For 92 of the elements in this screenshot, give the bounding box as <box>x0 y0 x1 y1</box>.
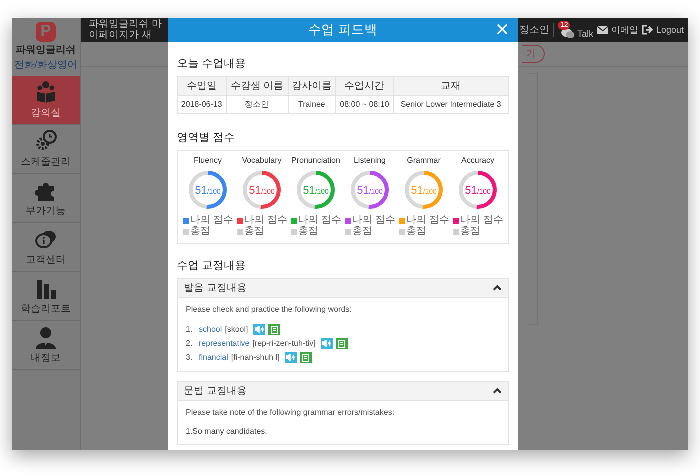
section-heading: 수업 교정내용 <box>177 259 248 273</box>
logout-icon <box>642 25 654 35</box>
score-label: Listening <box>354 156 386 165</box>
speaker-icon <box>254 326 264 333</box>
sidebar-item[interactable]: 내정보 <box>12 321 80 370</box>
score-label: Grammar <box>407 156 441 165</box>
legend-label: 총점 <box>298 227 319 237</box>
score-label: Pronunciation <box>292 156 340 165</box>
legend-label: 총점 <box>352 227 373 237</box>
column-header: 교재 <box>394 76 508 96</box>
book-icon <box>270 326 278 334</box>
legend-label: 나의 점수 <box>406 216 450 226</box>
chat-bubble-icon <box>35 228 57 251</box>
phonetic-text: [rep-ri-zen-tuh-tiv] <box>252 339 316 348</box>
table-cell: Trainee <box>288 96 336 114</box>
sidebar-item[interactable]: 강의실 <box>12 76 80 125</box>
play-audio-button[interactable] <box>284 352 297 363</box>
table-cell: 08:00 ~ 08:10 <box>336 96 394 114</box>
legend-swatch <box>452 229 459 235</box>
legend-label: 총점 <box>244 227 265 237</box>
legend-swatch <box>344 229 351 235</box>
legend-label: 나의 점수 <box>190 216 234 226</box>
legend-swatch <box>236 218 243 224</box>
legend-swatch <box>452 218 459 224</box>
envelope-icon <box>597 26 610 34</box>
list-number: 3. <box>186 353 194 362</box>
section-heading: 영역별 점수 <box>177 131 236 145</box>
legend-swatch <box>182 229 189 235</box>
speaker-icon <box>286 354 296 361</box>
legend-label: 나의 점수 <box>460 216 504 226</box>
sidebar-item[interactable]: 학습리포트 <box>12 272 80 321</box>
legend-label: 총점 <box>190 227 211 237</box>
word-link[interactable]: representative <box>199 339 250 348</box>
user-name: 정소인 <box>519 24 550 37</box>
brand-name: 파워잉글리쉬 <box>16 44 76 57</box>
legend-swatch <box>290 218 297 224</box>
legend-label: 총점 <box>406 227 427 237</box>
chat-icon <box>561 28 576 39</box>
dictionary-button[interactable] <box>300 352 312 363</box>
word-link[interactable]: financial <box>199 353 228 362</box>
list-number: 2. <box>186 339 194 348</box>
notice-text: 파워잉글리쉬 마이페이지가 새 <box>89 19 163 41</box>
score-label: Vocabulary <box>242 156 282 165</box>
book-icon <box>302 354 310 362</box>
sidebar-item[interactable]: 부가기능 <box>12 174 80 223</box>
column-header: 수업시간 <box>336 76 394 96</box>
phonetic-text: [fi-nan-shuh l] <box>231 353 280 362</box>
legend-swatch <box>236 229 243 235</box>
correction-text: 1.So many candidates. <box>186 427 268 436</box>
table-cell: 정소인 <box>226 96 288 114</box>
score-label: Fluency <box>194 156 222 165</box>
book-icon <box>338 340 346 348</box>
legend-label: 총점 <box>460 227 481 237</box>
legend-swatch <box>398 218 405 224</box>
word-link[interactable]: school <box>199 325 222 334</box>
logout-link[interactable]: Logout <box>642 25 684 35</box>
panel-header[interactable]: 문법 교정내용 <box>178 382 508 401</box>
column-header: 수강생 이름 <box>226 76 288 96</box>
dialog-title: 수업 피드백 <box>308 21 378 39</box>
sidebar-item[interactable]: 스케줄관리 <box>12 125 80 174</box>
legend-swatch <box>344 218 351 224</box>
section-heading: 오늘 수업내용 <box>177 57 248 71</box>
column-header: 수업일 <box>178 76 226 96</box>
table-cell: 2018-06-13 <box>178 96 226 114</box>
play-audio-button[interactable] <box>320 338 333 349</box>
person-icon <box>35 326 57 349</box>
score-label: Accuracy <box>462 156 494 165</box>
legend-swatch <box>182 218 189 224</box>
legend-label: 나의 점수 <box>244 216 288 226</box>
logo: P <box>36 22 56 42</box>
table-cell: Senior Lower Intermediate 3 <box>394 96 508 114</box>
reader-icon <box>35 81 57 104</box>
instruction-text: Please take note of the following grammar errors/mistakes: <box>186 408 396 417</box>
list-number: 1. <box>186 325 194 334</box>
phonetic-text: [skool] <box>225 325 248 334</box>
bar-chart-icon <box>35 277 57 300</box>
close-button[interactable]: × <box>492 21 512 39</box>
instruction-text: Please check and practice the following words: <box>186 305 353 314</box>
legend-label: 나의 점수 <box>298 216 342 226</box>
brand-subtitle: 전화/화상영어 <box>14 59 78 72</box>
dictionary-button[interactable] <box>336 338 348 349</box>
legend-swatch <box>290 229 297 235</box>
play-audio-button[interactable] <box>253 324 266 335</box>
legend-label: 나의 점수 <box>352 216 396 226</box>
legend-swatch <box>398 229 405 235</box>
sidebar-item[interactable]: 고객센터 <box>12 223 80 272</box>
email-link[interactable]: 이메일 <box>597 24 638 36</box>
dictionary-button[interactable] <box>268 324 280 335</box>
panel-header[interactable]: 발음 교정내용 <box>178 279 508 298</box>
column-header: 강사이름 <box>288 76 336 96</box>
gears-icon <box>35 130 57 153</box>
speaker-icon <box>322 340 332 347</box>
